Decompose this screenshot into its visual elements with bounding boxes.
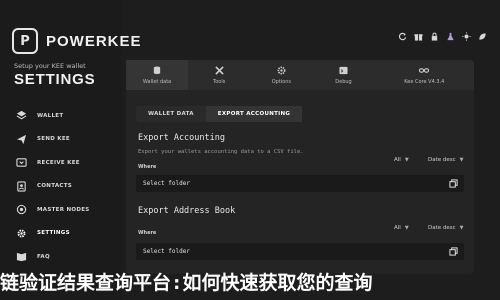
sidebar-item-label: SETTINGS	[37, 230, 70, 237]
subtabs: WALLET DATA EXPORT ACCOUNTING	[136, 106, 303, 122]
copy-icon[interactable]	[449, 179, 458, 188]
brand-logo: P POWERKEE	[12, 28, 142, 54]
sidebar: P POWERKEE Setup your KEE wallet SETTING…	[0, 0, 141, 300]
database-icon	[153, 65, 161, 77]
tab-debug[interactable]: Debug	[312, 60, 374, 90]
nodes-icon	[15, 204, 27, 216]
sidebar-item-send-kee[interactable]: SEND KEE	[0, 128, 122, 152]
layers-icon	[15, 110, 27, 122]
export-accounting-title: Export Accounting	[138, 133, 225, 143]
sidebar-item-settings[interactable]: SETTINGS	[0, 222, 122, 246]
brand-name: POWERKEE	[46, 32, 142, 50]
chevron-down-icon: ▼	[459, 157, 464, 163]
sun-icon[interactable]	[461, 30, 472, 42]
export-address-book-title: Export Address Book	[138, 206, 236, 216]
date-sort-select[interactable]: Date desc ▼	[428, 155, 464, 165]
folder-value: Select folder	[143, 248, 190, 255]
export-address-book-folder-field[interactable]: Select folder	[136, 243, 464, 260]
filter-all-select[interactable]: All ▼	[394, 223, 409, 233]
logo-icon: P	[12, 28, 38, 54]
sidebar-item-contacts[interactable]: CONTACTS	[0, 175, 122, 199]
tab-label: Debug	[335, 78, 352, 85]
subtab-export-accounting[interactable]: EXPORT ACCOUNTING	[205, 106, 303, 122]
debug-icon	[339, 66, 348, 77]
tab-label: Tools	[213, 78, 226, 85]
folder-value: Select folder	[143, 180, 190, 187]
chevron-down-icon: ▼	[404, 225, 409, 231]
sidebar-item-label: CONTACTS	[37, 183, 73, 190]
gift-icon[interactable]	[413, 30, 424, 42]
sidebar-item-wallet[interactable]: WALLET	[0, 104, 122, 128]
sidebar-item-label: FAQ	[37, 253, 50, 260]
sidebar-item-receive-kee[interactable]: RECEIVE KEE	[0, 151, 122, 175]
sidebar-item-label: RECEIVE KEE	[37, 159, 80, 166]
filter-all-select[interactable]: All ▼	[394, 155, 409, 165]
top-toolbar	[397, 30, 488, 42]
tab-label: Kee Core V4.3.4	[404, 78, 445, 85]
sidebar-nav: WALLET SEND KEE RECEIVE KEE CONTACTS MAS…	[0, 104, 122, 269]
receive-icon	[15, 157, 27, 169]
flask-icon[interactable]	[445, 30, 456, 42]
copy-icon[interactable]	[449, 247, 458, 256]
filter-all-value: All	[394, 157, 401, 163]
sidebar-item-label: MASTER NODES	[37, 206, 90, 213]
sidebar-item-label: SEND KEE	[37, 136, 70, 143]
date-sort-select[interactable]: Date desc ▼	[428, 223, 464, 233]
tab-kee-core[interactable]: Kee Core V4.3.4	[375, 60, 474, 90]
tools-icon	[215, 65, 224, 77]
export-accounting-description: Export your wallets accounting data to a…	[138, 149, 304, 155]
leaf-icon[interactable]	[477, 30, 488, 42]
tab-options[interactable]: Options	[250, 60, 312, 90]
setup-subtitle: Setup your KEE wallet	[14, 62, 86, 70]
contacts-icon	[15, 180, 27, 192]
tab-label: Wallet data	[142, 78, 172, 85]
lock-icon[interactable]	[429, 30, 440, 42]
sidebar-item-master-nodes[interactable]: MASTER NODES	[0, 198, 122, 222]
book-icon	[15, 251, 27, 263]
tab-tools[interactable]: Tools	[188, 60, 250, 90]
page-title: SETTINGS	[14, 71, 96, 88]
link-icon	[419, 66, 430, 77]
where-label: Where	[138, 230, 157, 236]
refresh-icon[interactable]	[397, 30, 408, 42]
tab-label: Options	[271, 78, 291, 85]
tab-wallet-data[interactable]: Wallet data	[126, 60, 189, 90]
settings-panel: Wallet data Tools Options Debug Kee Core…	[126, 60, 474, 274]
sidebar-item-faq[interactable]: FAQ	[0, 245, 122, 269]
settings-tabs: Wallet data Tools Options Debug Kee Core…	[126, 60, 474, 90]
subtab-wallet-data[interactable]: WALLET DATA	[136, 106, 206, 122]
sidebar-item-label: WALLET	[37, 112, 64, 119]
overlay-headline: 链验证结果查询平台:如何快速获取您的查询	[0, 272, 373, 294]
filter-all-value: All	[394, 225, 401, 231]
send-icon	[15, 133, 27, 145]
where-label: Where	[138, 164, 157, 170]
export-accounting-folder-field[interactable]: Select folder	[136, 175, 464, 192]
gear-icon	[15, 227, 27, 239]
chevron-down-icon: ▼	[404, 157, 409, 163]
date-sort-value: Date desc	[428, 157, 456, 163]
options-icon	[277, 66, 286, 77]
date-sort-value: Date desc	[428, 225, 456, 231]
chevron-down-icon: ▼	[459, 225, 464, 231]
